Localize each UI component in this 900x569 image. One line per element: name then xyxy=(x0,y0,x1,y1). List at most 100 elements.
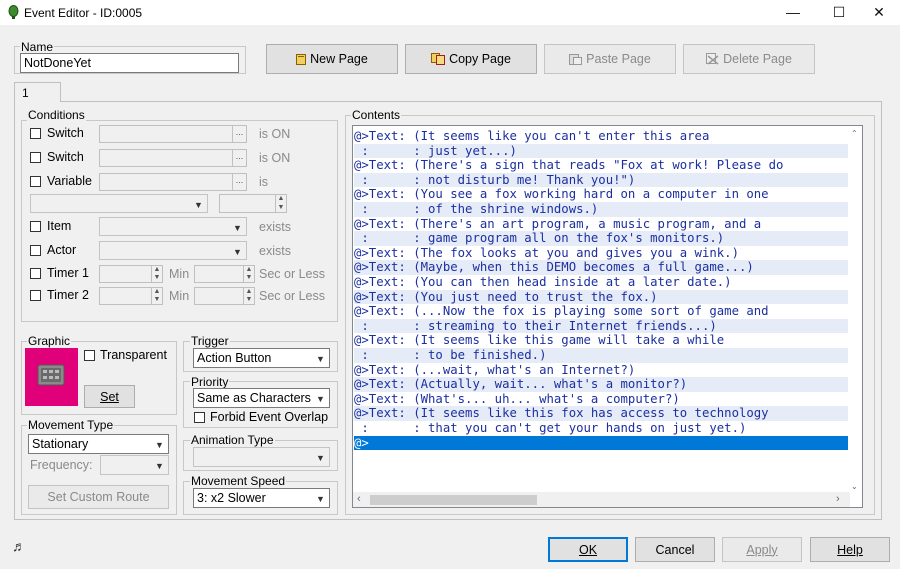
list-item[interactable]: : : of the shrine windows.) xyxy=(354,202,850,217)
switch1-suffix: is ON xyxy=(259,127,291,141)
movement-speed-select[interactable]: 3: x2 Slower ▼ xyxy=(193,488,330,508)
timer2-sec-stepper[interactable]: ▲ ▼ xyxy=(194,287,255,305)
vertical-scrollbar[interactable]: ⌃ ⌄ xyxy=(848,126,862,493)
copy-page-button[interactable]: Copy Page xyxy=(405,44,537,74)
spin-icon[interactable]: ▲ ▼ xyxy=(243,266,254,282)
timer1-sec-stepper[interactable]: ▲ ▼ xyxy=(194,265,255,283)
list-item[interactable]: @>Text: (...Now the fox is playing some … xyxy=(354,304,850,319)
timer1-label: Timer 1 xyxy=(47,266,89,280)
switch2-checkbox[interactable] xyxy=(30,152,41,163)
set-graphic-button[interactable]: Set xyxy=(84,385,135,408)
chevron-down-icon: ▼ xyxy=(316,494,325,504)
ellipsis-icon[interactable]: ... xyxy=(232,174,246,190)
list-item[interactable]: @>Text: (Actually, wait... what's a moni… xyxy=(354,377,850,392)
scroll-down-icon[interactable]: ⌄ xyxy=(851,482,858,491)
horizontal-scroll-thumb[interactable] xyxy=(370,495,537,505)
spin-icon[interactable]: ▲ ▼ xyxy=(275,195,286,212)
set-custom-route-button[interactable]: Set Custom Route xyxy=(28,485,169,509)
help-label: Help xyxy=(837,542,863,557)
variable-value-stepper[interactable]: ▲ ▼ xyxy=(219,194,287,213)
cancel-button[interactable]: Cancel xyxy=(635,537,715,562)
close-button[interactable]: ✕ xyxy=(856,0,900,25)
timer1-min-label: Min xyxy=(169,267,190,281)
actor-select[interactable]: ▼ xyxy=(99,241,247,260)
list-item[interactable]: @>Text: (It seems like this fox has acce… xyxy=(354,406,850,421)
trigger-select[interactable]: Action Button ▼ xyxy=(193,348,330,368)
switch2-field[interactable]: ... xyxy=(99,149,247,167)
new-page-button[interactable]: New Page xyxy=(266,44,398,74)
list-item[interactable]: @>Text: (You can then head inside at a l… xyxy=(354,275,850,290)
minimize-button[interactable]: — xyxy=(770,0,816,25)
help-button[interactable]: Help xyxy=(810,537,890,562)
chevron-down-icon: ▼ xyxy=(233,247,242,257)
list-item[interactable]: : : that you can't get your hands on jus… xyxy=(354,421,850,436)
spin-icon[interactable]: ▲ ▼ xyxy=(151,288,162,304)
ellipsis-icon[interactable]: ... xyxy=(232,150,246,166)
list-item[interactable]: @>Text: (The fox looks at you and gives … xyxy=(354,246,850,261)
list-item[interactable]: @>Text: (What's... uh... what's a comput… xyxy=(354,392,850,407)
graphic-preview[interactable] xyxy=(25,348,78,406)
spin-icon[interactable]: ▲ ▼ xyxy=(151,266,162,282)
name-input[interactable]: NotDoneYet xyxy=(20,53,239,73)
list-item[interactable]: @>Text: (It seems like this game will ta… xyxy=(354,333,850,348)
animation-type-label: Animation Type xyxy=(190,433,275,447)
list-item[interactable]: @>Text: (There's a sign that reads "Fox … xyxy=(354,158,850,173)
movement-type-label: Movement Type xyxy=(27,418,115,432)
list-item[interactable]: @>Text: (You just need to trust the fox.… xyxy=(354,289,850,305)
variable-operator-select[interactable]: ▼ xyxy=(30,194,208,213)
list-item[interactable]: : : game program all on the fox's monito… xyxy=(354,231,850,246)
conditions-label: Conditions xyxy=(27,108,86,122)
scroll-up-icon[interactable]: ⌃ xyxy=(851,129,858,138)
scroll-left-icon[interactable]: ‹ xyxy=(357,493,361,505)
copy-page-icon xyxy=(431,53,446,65)
list-item[interactable]: : : to be finished.) xyxy=(354,348,850,363)
timer2-min-stepper[interactable]: ▲ ▼ xyxy=(99,287,163,305)
list-item[interactable]: @>Text: (Maybe, when this DEMO becomes a… xyxy=(354,260,850,275)
movement-type-select[interactable]: Stationary ▼ xyxy=(28,434,169,454)
list-item[interactable]: : : streaming to their Internet friends.… xyxy=(354,318,850,334)
forbid-overlap-checkbox[interactable] xyxy=(194,412,205,423)
ellipsis-icon[interactable]: ... xyxy=(232,126,246,142)
variable-suffix: is xyxy=(259,175,269,189)
tab-page-1[interactable]: 1 xyxy=(14,82,61,102)
chevron-down-icon: ▼ xyxy=(316,354,325,364)
chevron-down-icon: ▼ xyxy=(194,200,203,210)
switch1-checkbox[interactable] xyxy=(30,128,41,139)
delete-page-button[interactable]: Delete Page xyxy=(683,44,815,74)
timer1-min-stepper[interactable]: ▲ ▼ xyxy=(99,265,163,283)
actor-checkbox[interactable] xyxy=(30,245,41,256)
list-item[interactable]: @>Text: (You see a fox working hard on a… xyxy=(354,187,850,202)
list-item[interactable]: : : just yet...) xyxy=(354,143,850,159)
variable-checkbox[interactable] xyxy=(30,176,41,187)
paste-page-button[interactable]: Paste Page xyxy=(544,44,676,74)
list-item[interactable]: @>Text: (It seems like you can't enter t… xyxy=(354,129,850,144)
priority-select[interactable]: Same as Characters ▼ xyxy=(193,388,330,408)
computer-sprite-icon xyxy=(37,364,65,386)
item-checkbox[interactable] xyxy=(30,221,41,232)
set-graphic-label: Set xyxy=(100,389,119,404)
list-item[interactable]: : : not disturb me! Thank you!") xyxy=(354,172,850,188)
spin-icon[interactable]: ▲ ▼ xyxy=(243,288,254,304)
event-command-list[interactable]: @>Text: (It seems like you can't enter t… xyxy=(352,125,863,508)
contents-label: Contents xyxy=(351,108,402,122)
list-item[interactable]: @> xyxy=(354,435,850,451)
frequency-select[interactable]: ▼ xyxy=(100,455,169,475)
timer1-sec-label: Sec or Less xyxy=(259,267,326,281)
apply-button[interactable]: Apply xyxy=(722,537,802,562)
scroll-right-icon[interactable]: › xyxy=(836,493,840,505)
horizontal-scrollbar[interactable]: ‹ › xyxy=(353,492,850,507)
timer1-checkbox[interactable] xyxy=(30,268,41,279)
item-select[interactable]: ▼ xyxy=(99,217,247,236)
list-item[interactable]: @>Text: (There's an art program, a music… xyxy=(354,217,850,232)
switch1-field[interactable]: ... xyxy=(99,125,247,143)
transparent-label: Transparent xyxy=(100,348,167,362)
chevron-down-icon: ▼ xyxy=(316,453,325,463)
timer2-checkbox[interactable] xyxy=(30,290,41,301)
list-item[interactable]: @>Text: (...wait, what's an Internet?) xyxy=(354,363,850,378)
ok-button[interactable]: OK xyxy=(548,537,628,562)
music-icon[interactable]: ♬ xyxy=(12,538,26,554)
transparent-checkbox[interactable] xyxy=(84,350,95,361)
animation-type-select[interactable]: ▼ xyxy=(193,447,330,467)
variable-field[interactable]: ... xyxy=(99,173,247,191)
priority-label: Priority xyxy=(190,375,230,389)
